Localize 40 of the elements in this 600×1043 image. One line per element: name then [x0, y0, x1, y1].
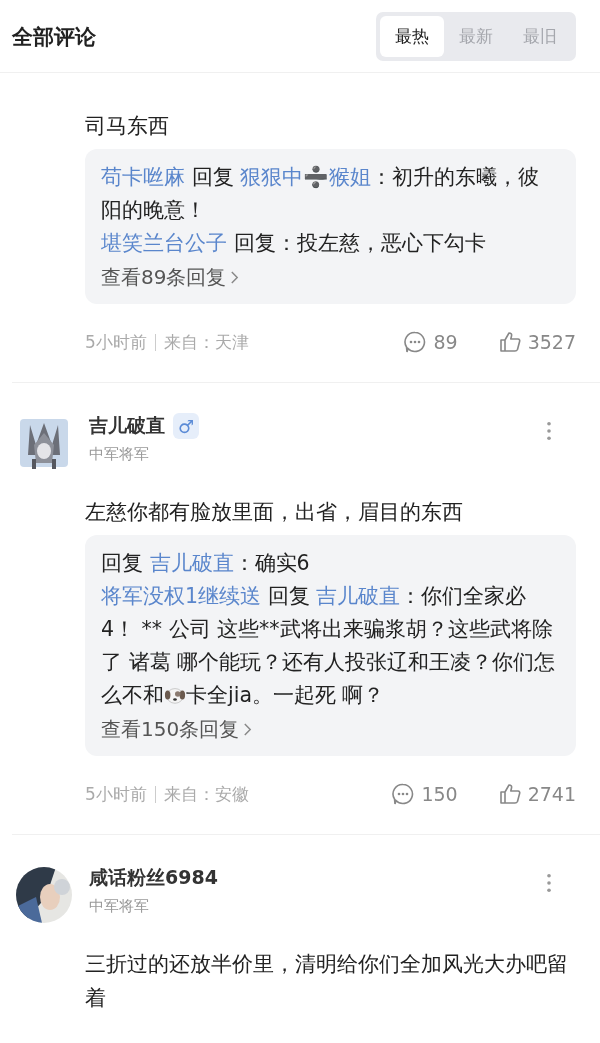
- chevron-right-icon: [243, 721, 253, 737]
- sort-tab[interactable]: 最热: [380, 16, 444, 57]
- thumbs-up-icon: [497, 330, 522, 354]
- user-link[interactable]: 苟卡咝麻: [101, 165, 185, 189]
- gender-badge: ♂: [173, 413, 199, 439]
- user-link[interactable]: 狠狠中➗猴姐: [240, 165, 372, 189]
- user-name[interactable]: 咸话粉丝6984: [89, 865, 218, 891]
- sort-tab[interactable]: 最旧: [508, 16, 572, 57]
- like-count-button[interactable]: 3527: [497, 330, 576, 354]
- view-replies-link[interactable]: 查看89条回复: [101, 262, 240, 292]
- user-rank: 中军将军: [89, 445, 150, 464]
- post-location: 来自：天津: [163, 330, 249, 354]
- user-name[interactable]: 吉儿破直: [89, 413, 165, 439]
- user-link[interactable]: 吉儿破直: [149, 551, 234, 575]
- chevron-right-icon: [230, 269, 240, 285]
- reply-text: 将军没权1继续送 回复 吉儿破直：你们全家必4！ ** 公司 这些**武将出来骗浆胡？这些武将除了 诸葛 哪个能玩？还有人投张辽和王凌？你们怎么不和 卡全jia。一起死 啊？: [101, 583, 557, 709]
- reply-text: 苟卡咝麻 回复 狠狠中➗猴姐：初升的东曦，彼阳的晚意！: [101, 164, 541, 224]
- more-icon[interactable]: [546, 421, 552, 441]
- comment-icon: [391, 782, 416, 806]
- reply-text: 堪笑兰台公子 回复：投左慈，恶心下勾卡: [101, 230, 487, 257]
- thumbs-up-icon: [497, 782, 522, 806]
- post-location: 来自：安徽: [163, 782, 249, 806]
- more-icon[interactable]: [546, 873, 552, 893]
- like-count-button[interactable]: 2741: [497, 782, 576, 806]
- sort-tab[interactable]: 最新: [444, 16, 508, 57]
- comment-icon: [403, 330, 428, 354]
- user-rank: 中军将军: [89, 897, 150, 916]
- user-link[interactable]: 将军没权1继续送: [101, 584, 262, 608]
- reply-text: 回复 吉儿破直：确实6: [101, 550, 311, 577]
- view-replies-link[interactable]: 查看150条回复: [101, 714, 253, 744]
- comment-text: 左慈你都有脸放里面，出省，眉目的东西: [85, 499, 464, 526]
- post-time: 5小时前: [85, 330, 147, 354]
- comment-text: 三折过的还放半价里，清明给你们全加风光大办吧留着: [85, 951, 569, 1012]
- section-title: 全部评论: [12, 23, 96, 51]
- user-link[interactable]: 吉儿破直: [316, 584, 401, 608]
- reply-count-button[interactable]: 150: [391, 782, 458, 806]
- comment-text: 司马东西: [85, 113, 170, 140]
- reply-count-button[interactable]: 89: [403, 330, 458, 354]
- user-link[interactable]: 堪笑兰台公子: [101, 231, 227, 255]
- post-time: 5小时前: [85, 782, 147, 806]
